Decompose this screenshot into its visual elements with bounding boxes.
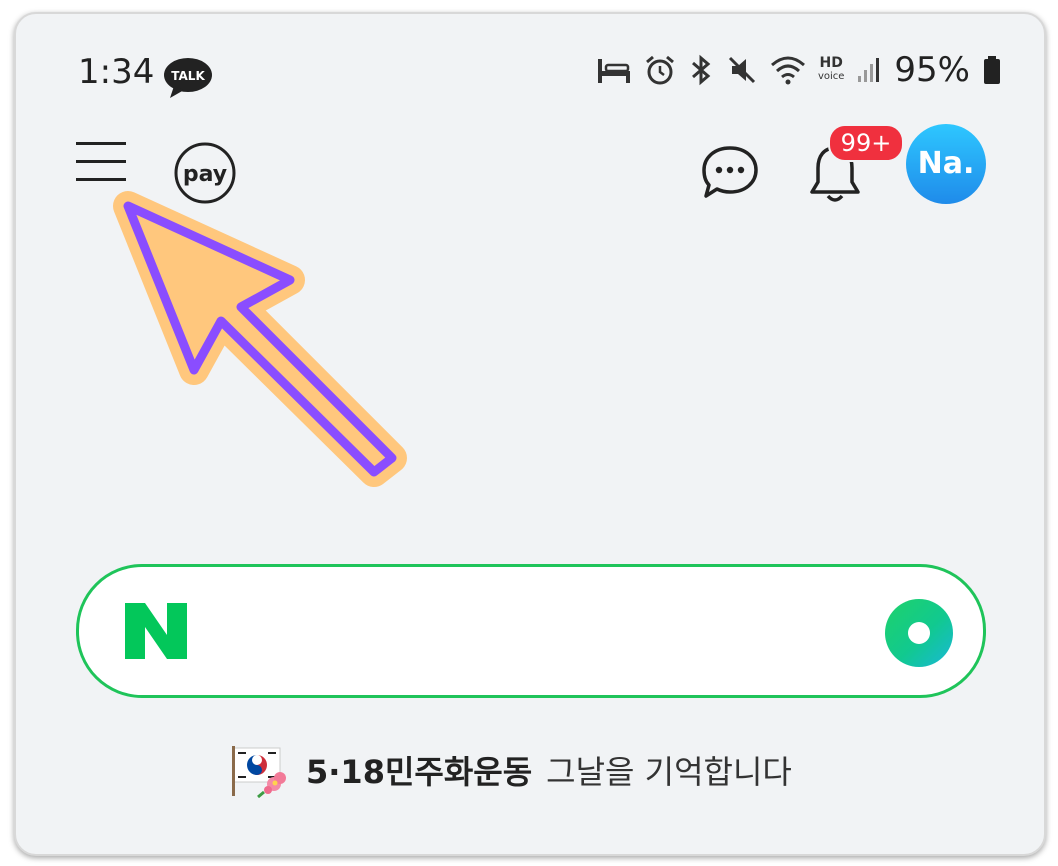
phone-screen: 1:34 TALK HD voice 95% pay 99+ Na. N 5·1…	[14, 12, 1046, 856]
green-lens-icon[interactable]	[885, 599, 953, 667]
naver-logo-icon: N	[125, 603, 187, 664]
banner-title: 5·18민주화운동	[306, 753, 533, 791]
memorial-banner[interactable]: 5·18민주화운동 그날을 기억합니다	[230, 742, 792, 799]
search-bar[interactable]: N	[76, 564, 986, 698]
annotation-arrow-icon	[113, 191, 407, 487]
banner-subtitle: 그날을 기억합니다	[546, 753, 792, 791]
korean-flag-icon	[230, 742, 292, 799]
